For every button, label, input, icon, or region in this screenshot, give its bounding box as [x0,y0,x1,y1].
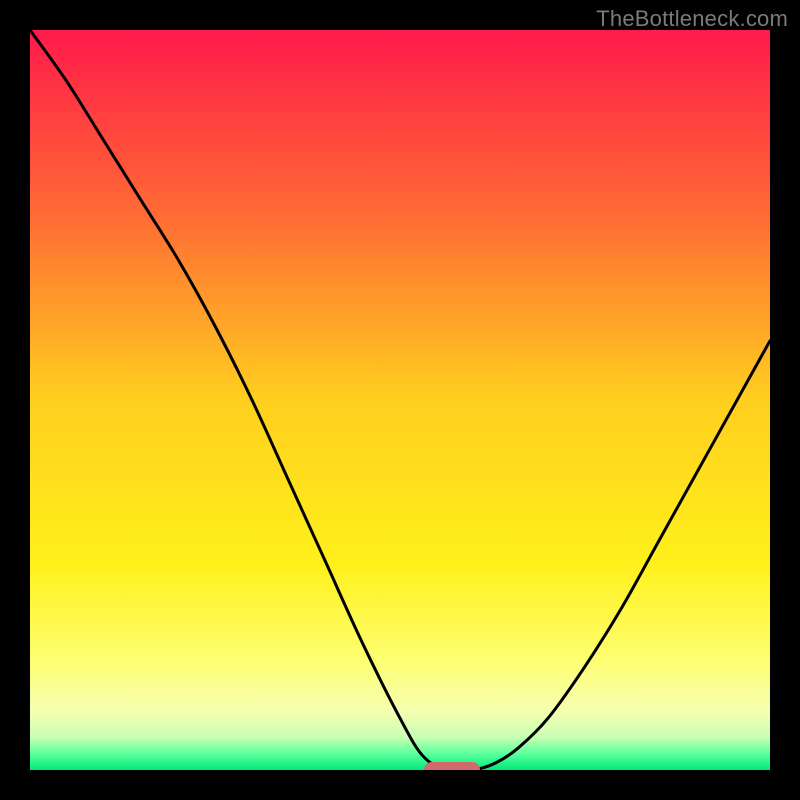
optimal-marker [424,762,480,770]
gradient-background [30,30,770,770]
watermark-text: TheBottleneck.com [596,6,788,32]
plot-area [30,30,770,770]
chart-svg [30,30,770,770]
chart-frame: TheBottleneck.com [0,0,800,800]
